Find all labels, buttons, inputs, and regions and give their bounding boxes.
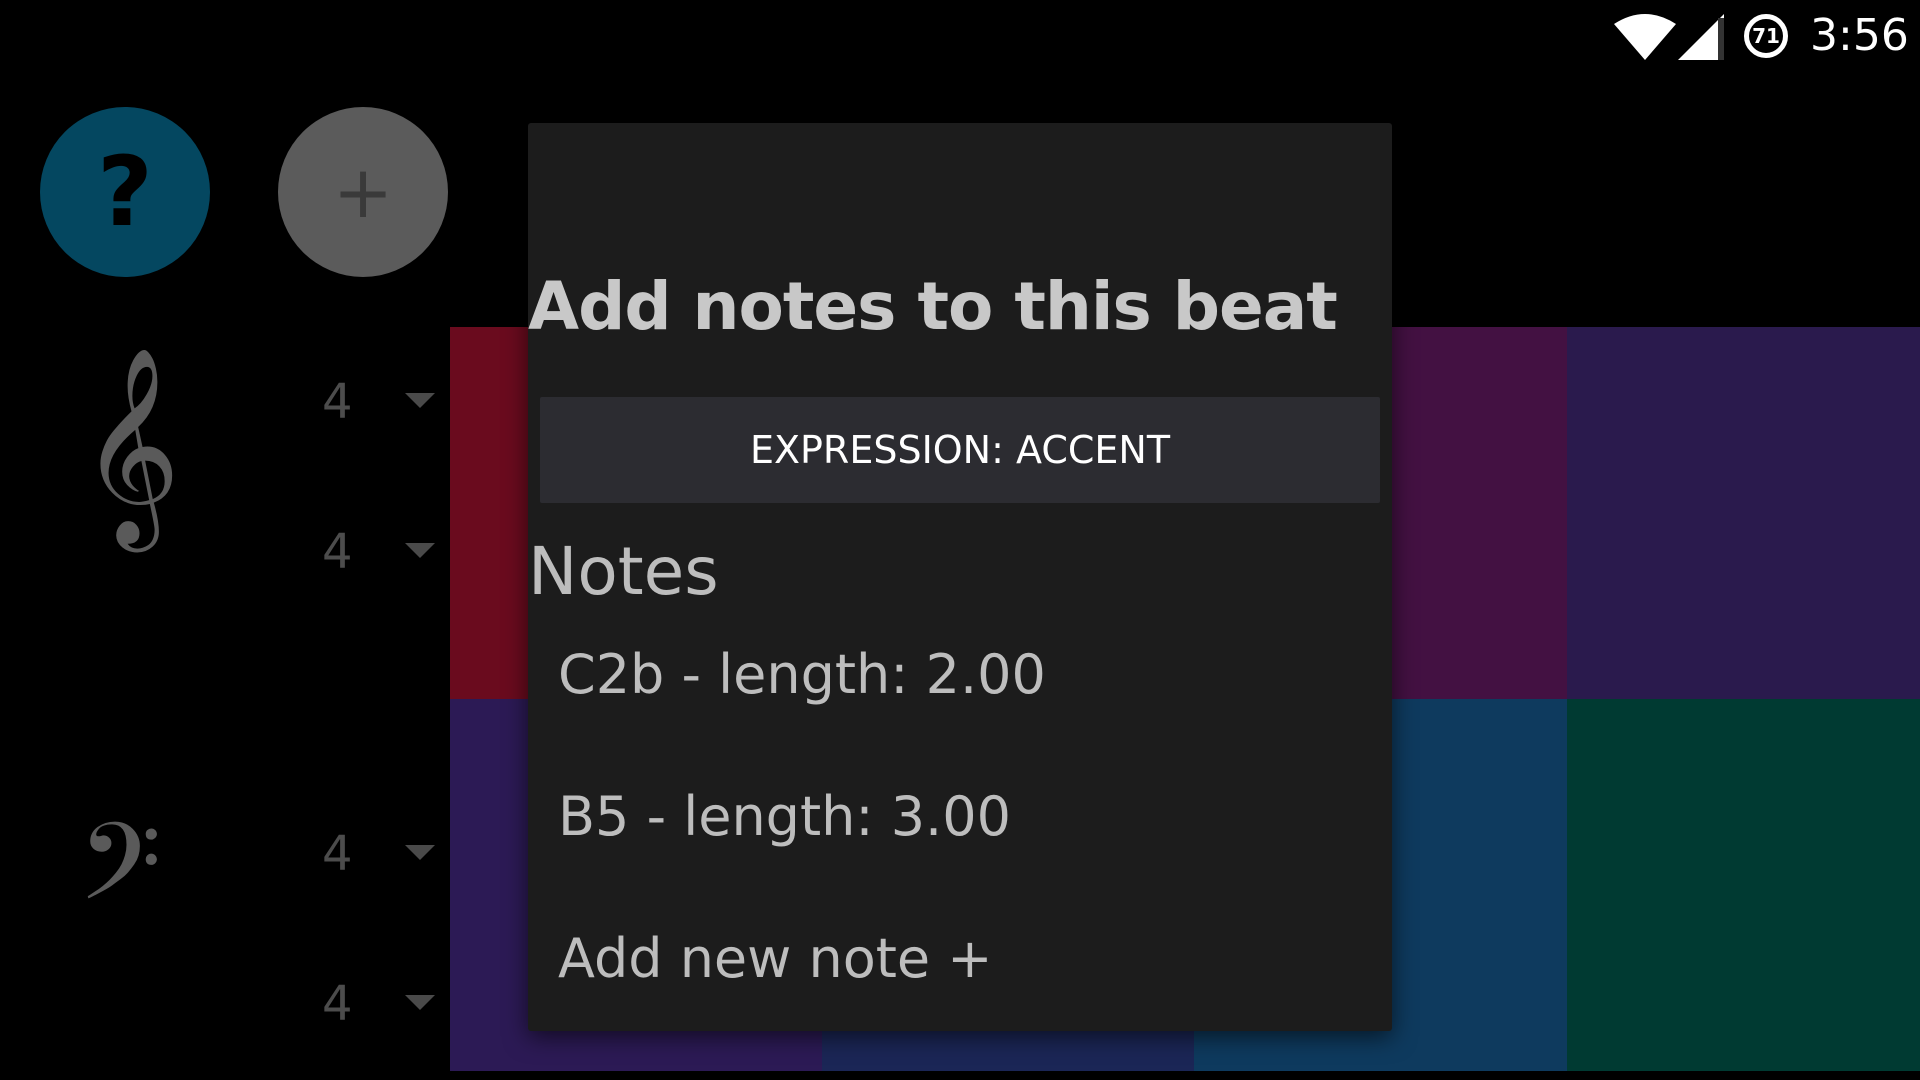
expression-button[interactable]: EXPRESSION: ACCENT bbox=[540, 397, 1380, 503]
app-screen: 71 3:56 ? + 𝄞 4 4 𝄢 4 4 Add notes to thi… bbox=[0, 0, 1920, 1080]
treble-clef-icon: 𝄞 bbox=[80, 346, 181, 544]
notes-heading: Notes bbox=[528, 533, 719, 610]
add-button[interactable]: + bbox=[278, 107, 448, 277]
bass-time-top-dropdown-icon[interactable] bbox=[405, 845, 435, 860]
dialog-title: Add notes to this beat bbox=[528, 268, 1338, 345]
bass-time-bottom-dropdown-icon[interactable] bbox=[405, 995, 435, 1010]
bass-clef-icon: 𝄢 bbox=[78, 799, 162, 951]
cell-signal-icon bbox=[1678, 14, 1724, 60]
treble-time-top-dropdown-icon[interactable] bbox=[405, 393, 435, 408]
treble-time-bottom: 4 bbox=[322, 524, 353, 580]
add-new-note-button[interactable]: Add new note + bbox=[558, 927, 993, 990]
help-icon: ? bbox=[97, 136, 153, 248]
beat-cell[interactable] bbox=[1567, 699, 1920, 1071]
beat-cell[interactable] bbox=[1567, 327, 1920, 699]
note-item[interactable]: B5 - length: 3.00 bbox=[558, 785, 1011, 848]
battery-indicator: 71 bbox=[1744, 14, 1788, 58]
wifi-icon bbox=[1614, 14, 1676, 60]
help-button[interactable]: ? bbox=[40, 107, 210, 277]
note-item[interactable]: C2b - length: 2.00 bbox=[558, 643, 1046, 706]
add-notes-dialog: Add notes to this beat EXPRESSION: ACCEN… bbox=[528, 123, 1392, 1031]
plus-icon: + bbox=[332, 150, 394, 234]
status-clock: 3:56 bbox=[1810, 10, 1909, 61]
beat-cell[interactable] bbox=[1392, 327, 1567, 699]
treble-time-top: 4 bbox=[322, 374, 353, 430]
treble-time-bottom-dropdown-icon[interactable] bbox=[405, 543, 435, 558]
bass-time-top: 4 bbox=[322, 826, 353, 882]
bass-time-bottom: 4 bbox=[322, 976, 353, 1032]
